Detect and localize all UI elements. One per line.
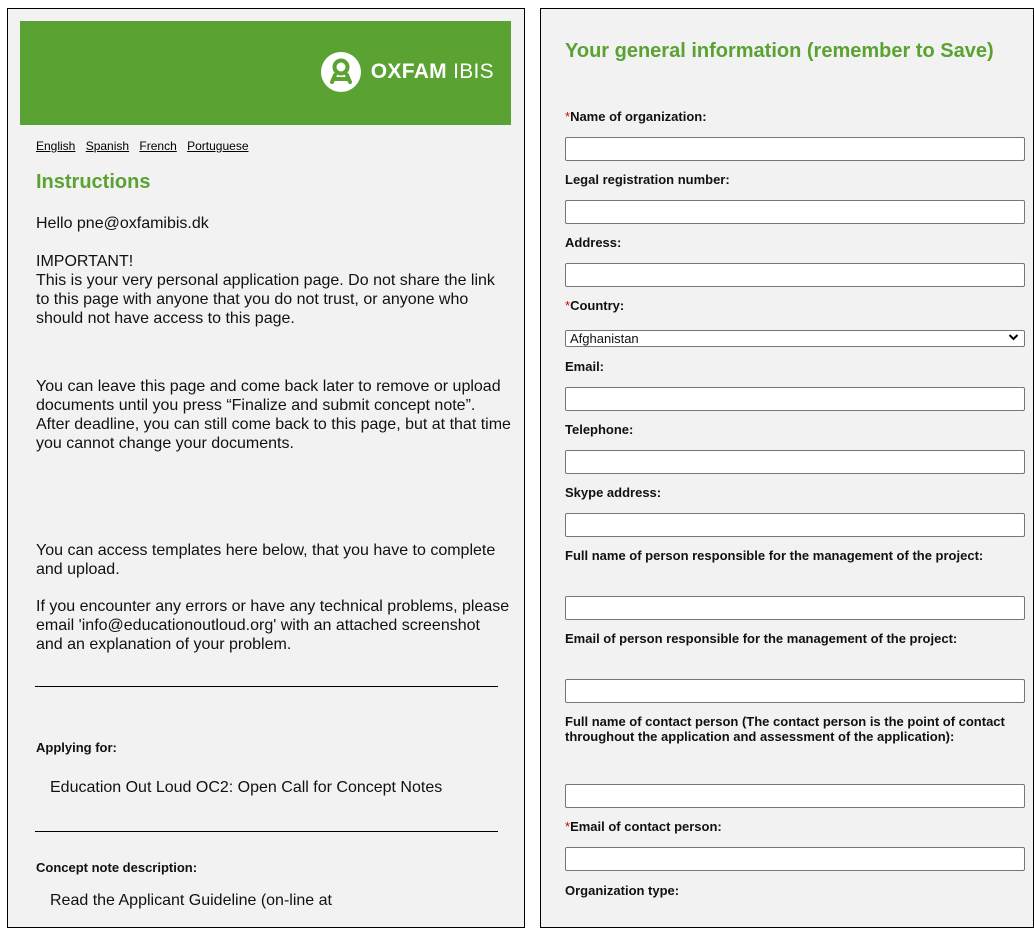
- contact-name-label: Full name of contact person (The contact…: [565, 714, 1005, 744]
- language-link-french[interactable]: French: [139, 139, 176, 153]
- templates-text: You can access templates here below, tha…: [36, 542, 496, 578]
- country-selected-value: Afghanistan: [570, 331, 639, 346]
- org-name-label: *Name of organization:: [565, 109, 707, 124]
- management-name-input[interactable]: [565, 596, 1025, 620]
- management-email-input[interactable]: [565, 679, 1025, 703]
- email-label: Email:: [565, 359, 605, 374]
- applying-for-value: Education Out Loud OC2: Open Call for Co…: [50, 779, 443, 796]
- country-label: *Country:: [565, 298, 625, 313]
- applying-for-label: Applying for:: [36, 740, 117, 755]
- important-title: IMPORTANT!: [36, 253, 134, 270]
- skype-label: Skype address:: [565, 485, 662, 500]
- chevron-down-icon: [1008, 332, 1019, 346]
- contact-email-label: *Email of contact person:: [565, 819, 722, 834]
- address-input[interactable]: [565, 263, 1025, 287]
- leave-page-text: You can leave this page and come back la…: [36, 378, 511, 452]
- management-name-label: Full name of person responsible for the …: [565, 548, 984, 563]
- instructions-panel: OXFAM IBIS English Spanish French Portug…: [7, 8, 525, 928]
- concept-note-label: Concept note description:: [36, 860, 198, 875]
- errors-text: If you encounter any errors or have any …: [36, 598, 510, 653]
- address-label: Address:: [565, 235, 622, 250]
- language-link-english[interactable]: English: [36, 139, 75, 153]
- brand-suffix: IBIS: [453, 60, 494, 83]
- concept-note-value: Read the Applicant Guideline (on-line at: [50, 892, 332, 909]
- contact-name-input[interactable]: [565, 784, 1025, 808]
- legal-registration-label: Legal registration number:: [565, 172, 730, 187]
- brand-name: OXFAM: [370, 60, 447, 83]
- divider: [35, 831, 498, 832]
- contact-email-input[interactable]: [565, 847, 1025, 871]
- email-input[interactable]: [565, 387, 1025, 411]
- legal-registration-input[interactable]: [565, 200, 1025, 224]
- general-info-panel: Your general information (remember to Sa…: [540, 8, 1034, 928]
- general-info-heading: Your general information (remember to Sa…: [565, 40, 994, 62]
- language-bar: English Spanish French Portuguese: [36, 139, 256, 153]
- oxfam-logo: OXFAM IBIS: [320, 52, 494, 92]
- important-body: This is your very personal application p…: [36, 272, 495, 327]
- greeting-text: Hello pne@oxfamibis.dk: [36, 215, 209, 232]
- country-select[interactable]: Afghanistan: [565, 330, 1025, 347]
- oxfam-logo-icon: [320, 52, 361, 92]
- language-link-portuguese[interactable]: Portuguese: [187, 139, 248, 153]
- org-name-input[interactable]: [565, 137, 1025, 161]
- management-email-label: Email of person responsible for the mana…: [565, 631, 958, 646]
- telephone-label: Telephone:: [565, 422, 634, 437]
- instructions-heading: Instructions: [36, 171, 151, 193]
- telephone-input[interactable]: [565, 450, 1025, 474]
- skype-input[interactable]: [565, 513, 1025, 537]
- oxfam-banner: OXFAM IBIS: [20, 21, 511, 125]
- language-link-spanish[interactable]: Spanish: [86, 139, 129, 153]
- divider: [35, 686, 498, 687]
- organization-type-label: Organization type:: [565, 883, 680, 898]
